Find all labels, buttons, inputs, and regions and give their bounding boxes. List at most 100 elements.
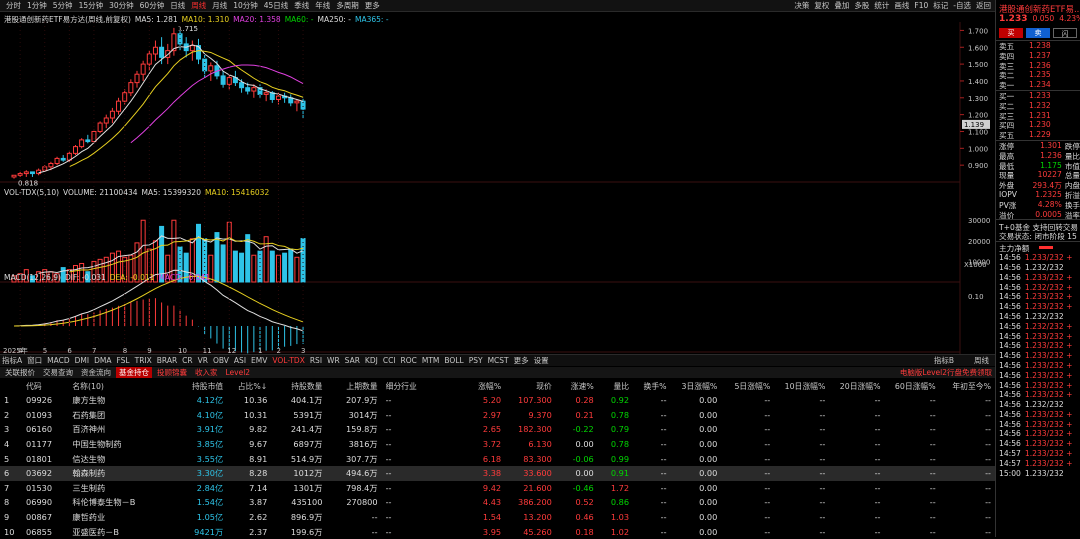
period-6[interactable]: 日线 — [170, 0, 185, 11]
indicator-10[interactable]: OBV — [213, 356, 229, 365]
indicator-19[interactable]: ROC — [401, 356, 417, 365]
tool-9[interactable]: 返回 — [976, 0, 991, 11]
period-2[interactable]: 5分钟 — [53, 0, 73, 11]
col-header-9[interactable]: 现价 — [505, 379, 556, 393]
indicator-8[interactable]: CR — [182, 356, 192, 365]
period-13[interactable]: 多周期 — [336, 0, 359, 11]
tool-6[interactable]: F10 — [914, 1, 928, 10]
indicator-right-1[interactable]: 周线 — [974, 355, 989, 366]
col-header-14[interactable]: 5日涨幅% — [721, 379, 774, 393]
col-header-6[interactable]: 上期数量 — [326, 379, 381, 393]
table-row[interactable]: 9 00867 康哲药业 1.05亿 2.62 896.9万 -- -- 1.54 13.200 0… — [0, 510, 995, 525]
tool-0[interactable]: 决策 — [794, 0, 809, 11]
tool-3[interactable]: 多股 — [854, 0, 869, 11]
table-row[interactable]: 8 06990 科伦博泰生物－B 1.54亿 3.87 435100 270800 -- 4.4… — [0, 495, 995, 510]
tool-1[interactable]: 复权 — [814, 0, 829, 11]
table-row[interactable]: 4 01177 中国生物制药 3.85亿 9.67 6897万 3816万 -- 3.72 6.1… — [0, 437, 995, 452]
flash-button[interactable]: 闪 — [1053, 28, 1077, 38]
tab-6[interactable]: Level2 — [223, 368, 254, 377]
indicator-21[interactable]: BOLL — [444, 356, 463, 365]
period-9[interactable]: 10分钟 — [233, 0, 258, 11]
indicator-1[interactable]: 窗口 — [27, 355, 42, 366]
col-header-0[interactable] — [0, 379, 22, 393]
col-header-1[interactable]: 代码 — [22, 379, 68, 393]
col-header-18[interactable]: 年初至今% — [940, 379, 995, 393]
bids-row[interactable]: 买二 1.232 — [996, 101, 1080, 111]
col-header-13[interactable]: 3日涨幅% — [671, 379, 722, 393]
indicator-25[interactable]: 设置 — [534, 355, 549, 366]
asks-row[interactable]: 卖三 1.236 — [996, 61, 1080, 71]
indicator-23[interactable]: MCST — [488, 356, 509, 365]
tab-5[interactable]: 收入家 — [192, 367, 221, 378]
indicator-16[interactable]: SAR — [345, 356, 360, 365]
col-header-16[interactable]: 20日涨幅% — [829, 379, 884, 393]
tool-7[interactable]: 标记 — [933, 0, 948, 11]
col-header-12[interactable]: 换手% — [633, 379, 671, 393]
tool-2[interactable]: 叠加 — [834, 0, 849, 11]
asks-row[interactable]: 卖一 1.234 — [996, 80, 1080, 90]
tick-list[interactable]: 14:56 1.233/232 +14:56 1.232/232 14:56 1.233… — [996, 253, 1080, 478]
table-row[interactable]: 2 01093 石药集团 4.10亿 10.31 5391万 3014万 -- 2.97 9.37… — [0, 408, 995, 423]
indicator-2[interactable]: MACD — [47, 356, 69, 365]
indicator-18[interactable]: CCI — [383, 356, 396, 365]
period-5[interactable]: 60分钟 — [140, 0, 165, 11]
col-header-5[interactable]: 持股数量 — [271, 379, 326, 393]
indicator-5[interactable]: FSL — [116, 356, 129, 365]
period-14[interactable]: 更多 — [365, 0, 380, 11]
indicator-14[interactable]: RSI — [310, 356, 322, 365]
asks-row[interactable]: 卖二 1.235 — [996, 70, 1080, 80]
tool-4[interactable]: 统计 — [874, 0, 889, 11]
col-header-7[interactable]: 细分行业 — [382, 379, 455, 393]
indicator-6[interactable]: TRIX — [135, 356, 152, 365]
table-row[interactable]: 1 09926 康方生物 4.12亿 10.36 404.1万 207.9万 -- 5.20 10… — [0, 393, 995, 408]
col-header-2[interactable]: 名称(10) — [68, 379, 178, 393]
tab-0[interactable]: 关联报价 — [2, 367, 38, 378]
col-header-17[interactable]: 60日涨幅% — [885, 379, 940, 393]
bids-row[interactable]: 买一 1.233 — [996, 91, 1080, 101]
indicator-right-0[interactable]: 指标B — [934, 355, 954, 366]
bids-row[interactable]: 买四 1.230 — [996, 120, 1080, 130]
indicator-4[interactable]: DMA — [94, 356, 111, 365]
indicator-20[interactable]: MTM — [422, 356, 440, 365]
indicator-7[interactable]: BRAR — [157, 356, 177, 365]
bids-row[interactable]: 买五 1.229 — [996, 130, 1080, 140]
bids-row[interactable]: 买三 1.231 — [996, 111, 1080, 121]
tab-2[interactable]: 资金流向 — [78, 367, 114, 378]
sell-button[interactable]: 卖 — [1026, 28, 1050, 38]
indicator-0[interactable]: 指标A — [2, 355, 22, 366]
col-header-15[interactable]: 10日涨幅% — [774, 379, 829, 393]
buy-button[interactable]: 买 — [999, 28, 1023, 38]
period-3[interactable]: 15分钟 — [79, 0, 104, 11]
tab-1[interactable]: 交易查询 — [40, 367, 76, 378]
tool-5[interactable]: 画线 — [894, 0, 909, 11]
indicator-11[interactable]: ASI — [234, 356, 246, 365]
indicator-17[interactable]: KDJ — [365, 356, 378, 365]
table-row[interactable]: 5 01801 信达生物 3.55亿 8.91 514.9万 307.7万 -- 6.18 83.… — [0, 451, 995, 466]
col-header-4[interactable]: 占比%↓ — [227, 379, 271, 393]
period-7[interactable]: 周线 — [191, 0, 206, 11]
indicator-24[interactable]: 更多 — [514, 355, 529, 366]
indicator-3[interactable]: DMI — [75, 356, 89, 365]
table-row[interactable]: 7 01530 三生制药 2.84亿 7.14 1301万 798.4万 -- 9.42 21.6… — [0, 481, 995, 496]
col-header-10[interactable]: 涨速% — [556, 379, 598, 393]
asks-row[interactable]: 卖四 1.237 — [996, 51, 1080, 61]
col-header-11[interactable]: 量比 — [598, 379, 633, 393]
indicator-13[interactable]: VOL-TDX — [272, 356, 304, 365]
tab-3[interactable]: 基金持仓 — [116, 367, 152, 378]
period-4[interactable]: 30分钟 — [109, 0, 134, 11]
indicator-12[interactable]: EMV — [251, 356, 267, 365]
col-header-8[interactable]: 涨幅% — [454, 379, 505, 393]
period-11[interactable]: 季线 — [294, 0, 309, 11]
tab-4[interactable]: 投顾锦囊 — [154, 367, 190, 378]
period-10[interactable]: 45日线 — [264, 0, 289, 11]
table-row[interactable]: 3 06160 百济神州 3.91亿 9.82 241.4万 159.8万 -- 2.65 182… — [0, 422, 995, 437]
period-1[interactable]: 1分钟 — [27, 0, 47, 11]
indicator-9[interactable]: VR — [198, 356, 208, 365]
period-8[interactable]: 月线 — [212, 0, 227, 11]
col-header-3[interactable]: 持股市值 — [179, 379, 228, 393]
period-0[interactable]: 分时 — [6, 0, 21, 11]
table-row[interactable]: 6 03692 翰森制药 3.30亿 8.28 1012万 494.6万 -- 3.38 33.6… — [0, 465, 995, 481]
period-12[interactable]: 年线 — [315, 0, 330, 11]
level2-promo[interactable]: 电脑版Level2行盘免费领取 — [897, 367, 995, 378]
indicator-22[interactable]: PSY — [469, 356, 483, 365]
